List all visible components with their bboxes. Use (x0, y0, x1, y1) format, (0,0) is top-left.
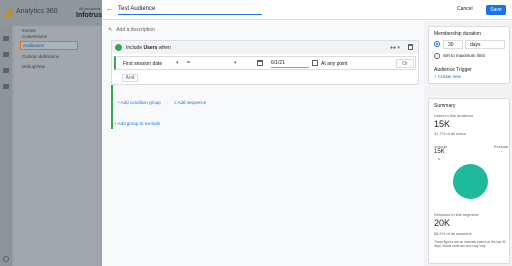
sidebar-item-custom-definitions[interactable]: Custom definitions (22, 54, 59, 59)
include-count-label: N (438, 157, 441, 161)
duration-value-input[interactable]: 30 (443, 40, 463, 49)
add-sequence-label: Add sequence (177, 100, 207, 105)
max-limit-label: Set to maximum limit (443, 53, 485, 58)
summary-title: Summary (434, 103, 456, 109)
and-button[interactable]: And (122, 74, 138, 82)
estimate-note: These figures are an estimate based on t… (434, 240, 506, 248)
add-sequence-link[interactable]: ≡ Add sequence (174, 100, 206, 105)
conditions-area: ✎ Add a description Include Users when ●… (102, 21, 424, 266)
date-value-input[interactable]: 6/1/21 (271, 59, 309, 68)
back-arrow-icon[interactable]: ← (106, 5, 114, 13)
admin-gear-icon[interactable] (3, 256, 9, 262)
panel-header: ← Test Audience Cancel Save (102, 0, 512, 20)
summary-card: Summary Users in this audience 15K 91.7%… (428, 98, 510, 264)
users-label: Users in this audience (434, 113, 474, 118)
add-condition-group-link[interactable]: + Add condition group (117, 100, 161, 105)
add-group-to-exclude-link[interactable]: + Add group to exclude (114, 121, 160, 126)
include-value: 15K (434, 149, 445, 155)
include-subject-dropdown[interactable]: Users (144, 45, 158, 51)
explore-icon[interactable] (3, 68, 9, 73)
reports-icon[interactable] (3, 52, 9, 57)
save-button[interactable]: Save (486, 5, 506, 15)
condition-group-header: Include Users when ●● ▾ (112, 41, 418, 54)
include-statement: Include Users when (126, 45, 171, 51)
condition-group-card: Include Users when ●● ▾ First session da… (111, 40, 419, 85)
left-rail (0, 26, 12, 266)
analytics-logo-icon (4, 8, 12, 18)
sidebar-item-events[interactable]: Events (22, 28, 36, 33)
edit-pencil-icon: ✎ (108, 27, 113, 33)
sidebar-item-debugview[interactable]: DebugView (22, 64, 45, 69)
max-limit-radio[interactable] (434, 53, 440, 59)
add-group-to-exclude-label: Add group to exclude (117, 121, 161, 126)
right-sidebar: Membership duration 30 days Set to maxim… (424, 21, 512, 266)
cancel-button[interactable]: Cancel (457, 6, 473, 12)
sidebar-item-conversions[interactable]: Conversions (22, 34, 47, 39)
sessions-percent: 88.2% of all sessions (434, 231, 472, 236)
app-title: Analytics 360 (16, 8, 58, 15)
users-value: 15K (434, 119, 451, 129)
chevron-down-icon[interactable]: ▾ (176, 60, 179, 66)
include-prefix: Include (126, 45, 143, 51)
membership-card: Membership duration 30 days Set to maxim… (428, 26, 510, 84)
include-connector-line (111, 85, 113, 129)
sessions-value: 20K (434, 218, 451, 228)
home-icon[interactable] (3, 36, 9, 41)
configure-icon[interactable] (3, 84, 9, 89)
dimension-select[interactable]: First session date (123, 61, 162, 67)
divider: | (166, 100, 168, 105)
sidebar-nav: Events Conversions Audiences Custom defi… (14, 26, 100, 266)
create-trigger-link[interactable]: + Create new (434, 74, 461, 79)
property-name: Infotrust (76, 12, 105, 19)
chevron-down-icon[interactable]: ▾ (234, 60, 237, 66)
operator-select[interactable]: = (187, 60, 237, 68)
people-scope-icon[interactable]: ●● ▾ (390, 45, 400, 51)
add-condition-group-label: Add condition group (120, 100, 161, 105)
exclude-value: - (501, 149, 503, 155)
delete-group-icon[interactable] (408, 44, 413, 50)
sidebar-item-audiences[interactable]: Audiences (20, 41, 78, 50)
sessions-label: Sessions in this segment (434, 212, 479, 217)
audience-venn-circle (453, 164, 488, 199)
add-actions-row: + Add condition group | ≡ Add sequence (117, 100, 206, 105)
duration-radio[interactable] (434, 41, 440, 47)
users-percent: 91.7% of all users (434, 131, 466, 136)
add-description-link[interactable]: Add a description (116, 27, 155, 33)
membership-title: Membership duration (434, 31, 481, 37)
audience-trigger-title: Audience Trigger (434, 67, 472, 73)
audience-name-input[interactable]: Test Audience (118, 5, 262, 15)
duration-unit-select[interactable]: days (465, 40, 505, 49)
or-button[interactable]: Or (396, 59, 414, 68)
add-description-row[interactable]: ✎ Add a description (108, 27, 155, 33)
any-point-checkbox[interactable] (312, 60, 318, 66)
audience-builder-panel: ← Test Audience Cancel Save ✎ Add a desc… (102, 0, 512, 266)
include-suffix: when (158, 45, 171, 51)
include-indicator-icon (115, 44, 122, 51)
any-point-label: At any point (321, 61, 348, 67)
condition-row: First session date ▾ = ▾ 6/1/21 At any p… (114, 56, 416, 70)
calendar-icon[interactable] (257, 60, 263, 66)
